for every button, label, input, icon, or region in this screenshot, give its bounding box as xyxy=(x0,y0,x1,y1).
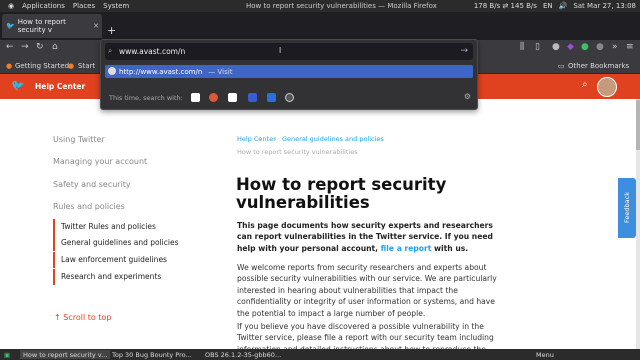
taskbar-task-bugbounty[interactable]: Top 30 Bug Bounty Pro... xyxy=(112,350,192,359)
extension-icon-2[interactable]: ◆ xyxy=(567,42,574,52)
taskbar-task-bugbounty-label: Top 30 Bug Bounty Pro... xyxy=(112,350,192,359)
clock[interactable]: Sat Mar 27, 13:08 xyxy=(573,2,636,10)
taskbar-menu-button[interactable]: Menu xyxy=(536,350,554,359)
scroll-to-top-label: Scroll to top xyxy=(63,313,112,322)
volume-icon[interactable]: 🔊 xyxy=(559,2,568,10)
library-icon[interactable]: ⫼ xyxy=(520,42,524,52)
menu-icon[interactable]: ≡ xyxy=(626,42,634,52)
extension-icon-3[interactable]: ● xyxy=(581,42,589,52)
sidebar-subitem-general-guidelines[interactable]: General guidelines and policies xyxy=(53,235,178,251)
url-suggestion[interactable]: http://www.avast.com/n — Visit xyxy=(105,65,473,78)
net-speed: 178 B/s ⇄ 145 B/s xyxy=(473,2,537,10)
search-icon[interactable]: ⌕ xyxy=(582,79,588,90)
extension-icon[interactable]: ● xyxy=(552,42,560,52)
overflow-icon[interactable]: » xyxy=(612,42,618,52)
tab-title: How to report security v xyxy=(17,18,66,34)
back-button[interactable]: ← xyxy=(6,42,14,52)
new-tab-button[interactable]: + xyxy=(107,24,116,37)
search-with-label: This time, search with: xyxy=(109,94,183,102)
sidebar-item-using-twitter[interactable]: Using Twitter xyxy=(53,135,105,144)
bookmark-icon: ● xyxy=(68,62,75,70)
intro-paragraph: This page documents how security experts… xyxy=(237,220,499,254)
folder-icon: ▭ xyxy=(558,62,565,70)
close-tab-icon[interactable]: ✕ xyxy=(93,22,99,30)
scrollbar-thumb[interactable] xyxy=(636,100,640,150)
bookmark-getting-started[interactable]: Getting Started xyxy=(15,62,69,70)
globe-icon xyxy=(108,67,116,75)
os-logo-icon[interactable]: ◉ xyxy=(8,2,14,10)
twitter-logo-icon[interactable]: 🐦 xyxy=(11,79,25,92)
suggestion-url: http://www.avast.com/n xyxy=(119,67,203,76)
go-arrow-icon[interactable]: → xyxy=(460,46,468,56)
browser-tab[interactable]: 🐦 How to report security v ✕ xyxy=(2,14,102,38)
wikipedia-engine-icon[interactable] xyxy=(228,93,237,102)
taskbar-task-obs-label: OBS 26.1.2-35-gbb60... xyxy=(205,350,282,359)
page-title: How to report security vulnerabilities xyxy=(236,175,447,212)
breadcrumb-general-guidelines[interactable]: General guidelines and policies xyxy=(282,135,384,143)
bookmark-other[interactable]: Other Bookmarks xyxy=(568,62,629,70)
os-top-panel: ◉ Applications Places System How to repo… xyxy=(0,0,640,12)
sidebar-item-managing-account[interactable]: Managing your account xyxy=(53,157,147,166)
suggestion-action: — Visit xyxy=(208,67,233,76)
home-button[interactable]: ⌂ xyxy=(52,42,58,52)
breadcrumb-current: How to report security vulnerabilities xyxy=(237,148,358,156)
os-menu-applications[interactable]: Applications xyxy=(22,2,65,10)
duckduckgo-engine-icon[interactable] xyxy=(209,93,218,102)
taskbar: ▣ How to report security v... Top 30 Bug… xyxy=(0,349,640,360)
url-value: www.avast.com/n xyxy=(119,47,186,56)
url-input[interactable]: ⌕ www.avast.com/n I → xyxy=(105,43,473,60)
intro-text-b: with us. xyxy=(431,243,469,253)
bing-engine-icon[interactable] xyxy=(248,93,257,102)
forward-button[interactable]: → xyxy=(21,42,29,52)
keyboard-layout[interactable]: EN xyxy=(543,2,553,10)
extension-icon-4[interactable]: ● xyxy=(596,42,604,52)
help-center-link[interactable]: Help Center xyxy=(35,82,85,91)
reload-button[interactable]: ↻ xyxy=(36,42,44,52)
breadcrumb-separator: › xyxy=(274,135,277,143)
sidebar-icon[interactable]: ▯ xyxy=(535,42,540,52)
search-icon: ⌕ xyxy=(108,46,113,55)
os-menu-system[interactable]: System xyxy=(103,2,129,10)
history-engine-icon[interactable] xyxy=(285,93,294,102)
taskbar-task-firefox[interactable]: How to report security v... xyxy=(20,350,111,359)
taskbar-task-firefox-label: How to report security v... xyxy=(23,350,108,359)
suggestion-action-label: Visit xyxy=(217,67,233,76)
sidebar-subitem-research[interactable]: Research and experiments xyxy=(53,269,161,285)
window-title: How to report security vulnerabilities —… xyxy=(246,2,437,10)
taskbar-task-obs[interactable]: OBS 26.1.2-35-gbb60... xyxy=(205,350,281,359)
avatar[interactable] xyxy=(597,77,617,97)
taskbar-menu-icon[interactable]: ▣ xyxy=(4,350,10,359)
bookmark-start[interactable]: Start xyxy=(78,62,95,70)
url-dropdown: ⌕ www.avast.com/n I → http://www.avast.c… xyxy=(100,39,478,110)
text-cursor-icon: I xyxy=(279,46,282,55)
breadcrumb-help-center[interactable]: Help Center xyxy=(237,135,276,143)
feedback-button[interactable]: Feedback xyxy=(618,178,636,238)
os-menu-places[interactable]: Places xyxy=(73,2,95,10)
gear-icon[interactable]: ⚙ xyxy=(464,92,471,101)
sidebar-item-safety[interactable]: Safety and security xyxy=(53,180,131,189)
sidebar-item-rules[interactable]: Rules and policies xyxy=(53,202,125,211)
sidebar-subitem-law-enforcement[interactable]: Law enforcement guidelines xyxy=(53,252,167,268)
body-paragraph-1: We welcome reports from security researc… xyxy=(237,263,497,318)
body-paragraph-2: If you believe you have discovered a pos… xyxy=(237,322,494,349)
ebay-engine-icon[interactable] xyxy=(267,93,276,102)
sidebar-subitem-twitter-rules[interactable]: Twitter Rules and policies xyxy=(53,219,156,235)
twitter-favicon-icon: 🐦 xyxy=(6,22,15,30)
scroll-to-top-link[interactable]: ↑ Scroll to top xyxy=(54,313,111,322)
firefox-icon: ● xyxy=(6,62,13,70)
file-report-link[interactable]: file a report xyxy=(381,244,432,253)
google-engine-icon[interactable] xyxy=(191,93,200,102)
